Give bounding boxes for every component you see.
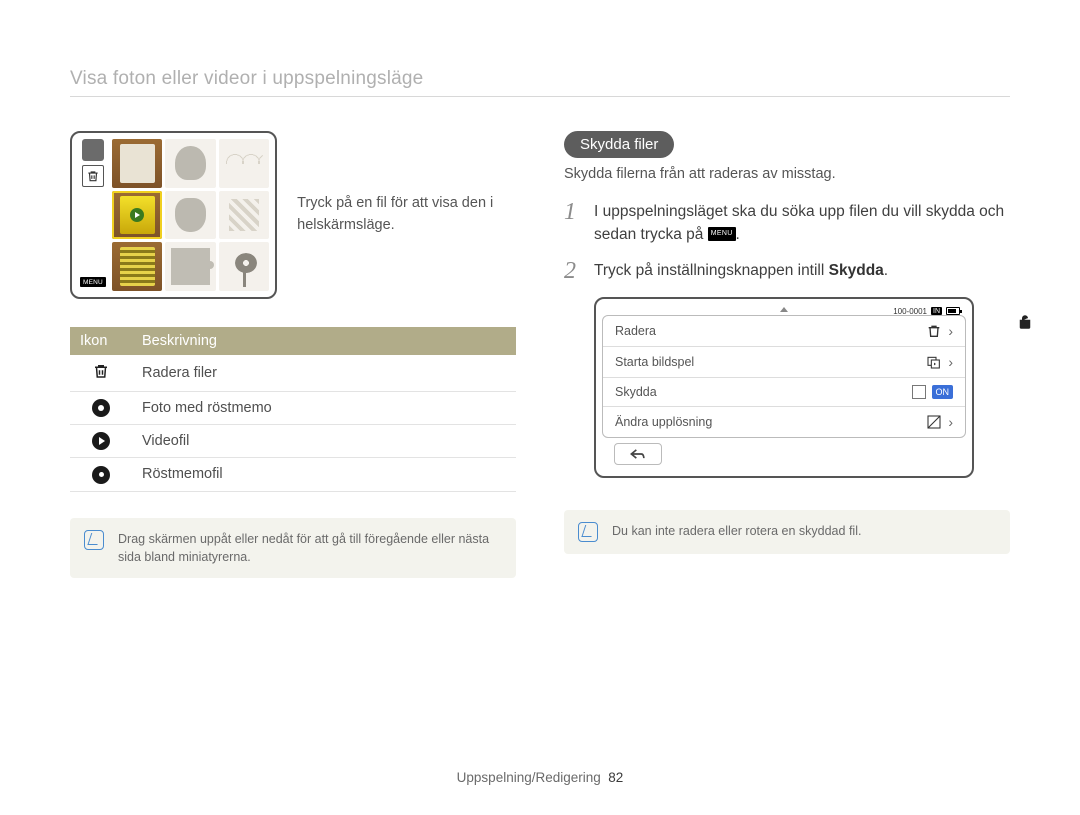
menu-label: Ändra upplösning bbox=[615, 415, 926, 429]
legend-desc: Röstmemofil bbox=[132, 458, 516, 492]
table-row: Radera filer bbox=[70, 355, 516, 392]
table-row: Foto med röstmemo bbox=[70, 392, 516, 425]
table-row: Röstmemofil bbox=[70, 458, 516, 492]
voice-memo-icon bbox=[92, 466, 110, 484]
trash-icon bbox=[926, 323, 942, 339]
page-title: Visa foton eller videor i uppspelningslä… bbox=[70, 68, 1010, 97]
page-footer: Uppspelning/Redigering 82 bbox=[0, 770, 1080, 785]
table-row: Videofil bbox=[70, 425, 516, 458]
menu-label: Skydda bbox=[615, 385, 912, 399]
step-bold: Skydda bbox=[829, 262, 884, 279]
chevron-right-icon: › bbox=[948, 323, 953, 339]
file-number: 100-0001 bbox=[893, 307, 927, 316]
step-1: 1 I uppspelningsläget ska du söka upp fi… bbox=[564, 200, 1010, 247]
battery-icon bbox=[946, 307, 960, 315]
chevron-right-icon: › bbox=[948, 354, 953, 370]
chevron-right-icon: › bbox=[948, 414, 953, 430]
step-text: I uppspelningsläget ska du söka upp file… bbox=[594, 203, 1004, 243]
trash-button bbox=[82, 165, 104, 187]
menu-row-slideshow: Starta bildspel › bbox=[603, 347, 965, 378]
note-icon bbox=[84, 530, 104, 550]
section-intro: Skydda filerna från att raderas av misst… bbox=[564, 166, 1010, 182]
step-number: 2 bbox=[564, 259, 582, 283]
thumb-size-toggle bbox=[82, 139, 104, 161]
legend-header-desc: Beskrivning bbox=[132, 327, 516, 355]
illustration-caption: Tryck på en fil för att visa den i helsk… bbox=[297, 193, 516, 237]
menu-label: Starta bildspel bbox=[615, 355, 926, 369]
info-note: Drag skärmen uppåt eller nedåt för att g… bbox=[70, 518, 516, 578]
note-text: Drag skärmen uppåt eller nedåt för att g… bbox=[118, 530, 502, 566]
on-toggle: ON bbox=[932, 385, 954, 399]
resize-icon bbox=[926, 414, 942, 430]
lock-icon bbox=[1016, 313, 1034, 336]
footer-section: Uppspelning/Redigering bbox=[457, 770, 601, 785]
play-badge-icon bbox=[130, 208, 144, 222]
section-pill: Skydda filer bbox=[564, 131, 674, 158]
menu-button: MENU bbox=[80, 277, 106, 287]
right-column: Skydda filer Skydda filerna från att rad… bbox=[564, 131, 1010, 578]
trash-icon bbox=[86, 169, 100, 183]
voice-dot-icon bbox=[92, 399, 110, 417]
trash-icon bbox=[92, 362, 110, 380]
page-number: 82 bbox=[608, 770, 623, 785]
thumbnail-grid-illustration: MENU bbox=[70, 131, 277, 299]
menu-label: Radera bbox=[615, 324, 926, 338]
back-arrow-icon bbox=[628, 447, 648, 461]
slideshow-icon bbox=[926, 354, 942, 370]
back-button bbox=[614, 443, 662, 465]
legend-header-icon: Ikon bbox=[70, 327, 132, 355]
step-text: Tryck på inställningsknappen intill bbox=[594, 262, 829, 279]
left-column: MENU Tryck på en fil för att visa den i … bbox=[70, 131, 516, 578]
step-2: 2 Tryck på inställningsknappen intill Sk… bbox=[564, 259, 1010, 283]
info-note: Du kan inte radera eller rotera en skydd… bbox=[564, 510, 1010, 554]
menu-chip-icon: MENU bbox=[708, 227, 736, 241]
menu-row-delete: Radera › bbox=[603, 316, 965, 347]
menu-row-protect: Skydda ON bbox=[603, 378, 965, 407]
legend-desc: Radera filer bbox=[132, 355, 516, 392]
menu-row-resize: Ändra upplösning › bbox=[603, 407, 965, 437]
icon-legend-table: Ikon Beskrivning Radera filer Foto med r… bbox=[70, 327, 516, 492]
legend-desc: Foto med röstmemo bbox=[132, 392, 516, 425]
note-text: Du kan inte radera eller rotera en skydd… bbox=[612, 522, 861, 540]
camera-menu-illustration: 100-0001 IN Radera › Starta bildspel › bbox=[594, 297, 974, 478]
step-number: 1 bbox=[564, 200, 582, 247]
legend-desc: Videofil bbox=[132, 425, 516, 458]
memory-indicator: IN bbox=[931, 307, 942, 315]
status-bar: 100-0001 IN bbox=[893, 307, 960, 316]
video-play-icon bbox=[92, 432, 110, 450]
note-icon bbox=[578, 522, 598, 542]
